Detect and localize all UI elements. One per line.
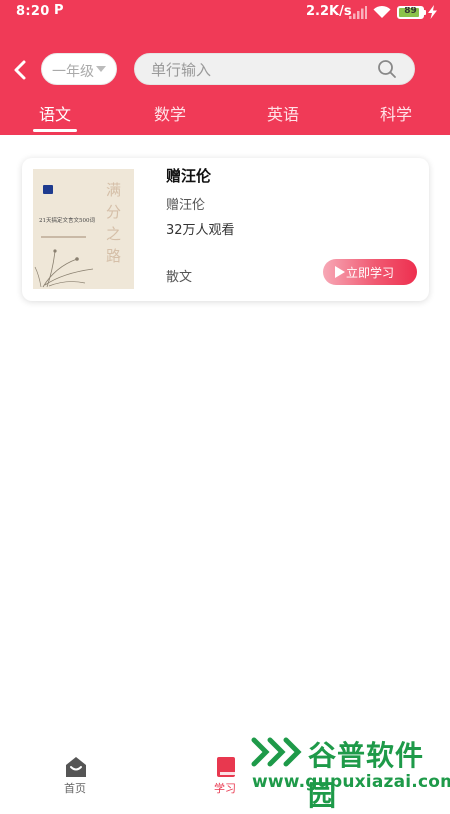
course-author: 赠汪伦 [166,198,206,213]
caret-down-icon [96,66,106,72]
home-icon [66,757,86,777]
course-card[interactable]: 满分之路 21天搞定文言文500词 赠汪伦 赠汪伦 32万人观看 散文 立即学习 [22,158,429,301]
book-icon [217,757,235,777]
publisher-logo [43,185,53,194]
status-bar: 8:20 P 2.2K/s 89 [0,0,450,24]
tab-english[interactable]: 英语 [267,101,299,125]
tab-science[interactable]: 科学 [380,101,412,125]
course-cover-image: 满分之路 21天搞定文言文500词 [33,169,134,289]
search-box [134,53,415,85]
course-genre: 散文 [166,270,193,285]
cover-small-title: 21天搞定文言文500词 [39,218,95,224]
app-indicator-icon: P [54,3,64,18]
network-speed: 2.2K/s [306,4,352,19]
header-bar: 8:20 P 2.2K/s 89 一年级 单行输入 语文 数学 英语 科学 [0,0,450,135]
watermark-url: www.gupuxiazai.com [252,772,450,792]
battery-icon: 89 [397,6,424,19]
search-icon[interactable] [377,59,397,79]
course-views: 32万人观看 [166,223,235,238]
battery-cap [424,10,426,15]
orchid-illustration [34,249,94,288]
start-learning-label: 立即学习 [346,266,395,280]
charging-icon [428,5,437,19]
search-input[interactable] [149,56,373,84]
tab-chinese[interactable]: 语文 [39,101,71,125]
watermark-logo-icon [251,737,302,767]
signal-icon [349,6,367,19]
battery-level: 89 [404,6,417,16]
cover-big-title: 满分之路 [106,181,122,265]
site-watermark: 谷普软件园 www.gupuxiazai.com [248,728,450,812]
nav-home-label: 首页 [64,782,86,795]
grade-select-value: 一年级 [52,64,94,80]
tab-math[interactable]: 数学 [154,101,186,125]
active-tab-indicator [33,129,77,132]
nav-study[interactable]: 学习 [195,752,255,796]
nav-study-label: 学习 [214,782,236,795]
wifi-icon [373,5,391,18]
back-arrow-icon[interactable] [10,58,32,82]
status-time: 8:20 [16,4,50,19]
nav-home[interactable]: 首页 [45,752,105,796]
course-title: 赠汪伦 [166,167,212,185]
cover-divider [41,236,86,238]
play-icon [335,266,345,278]
start-learning-button[interactable]: 立即学习 [323,259,417,285]
grade-select[interactable]: 一年级 [41,53,117,85]
